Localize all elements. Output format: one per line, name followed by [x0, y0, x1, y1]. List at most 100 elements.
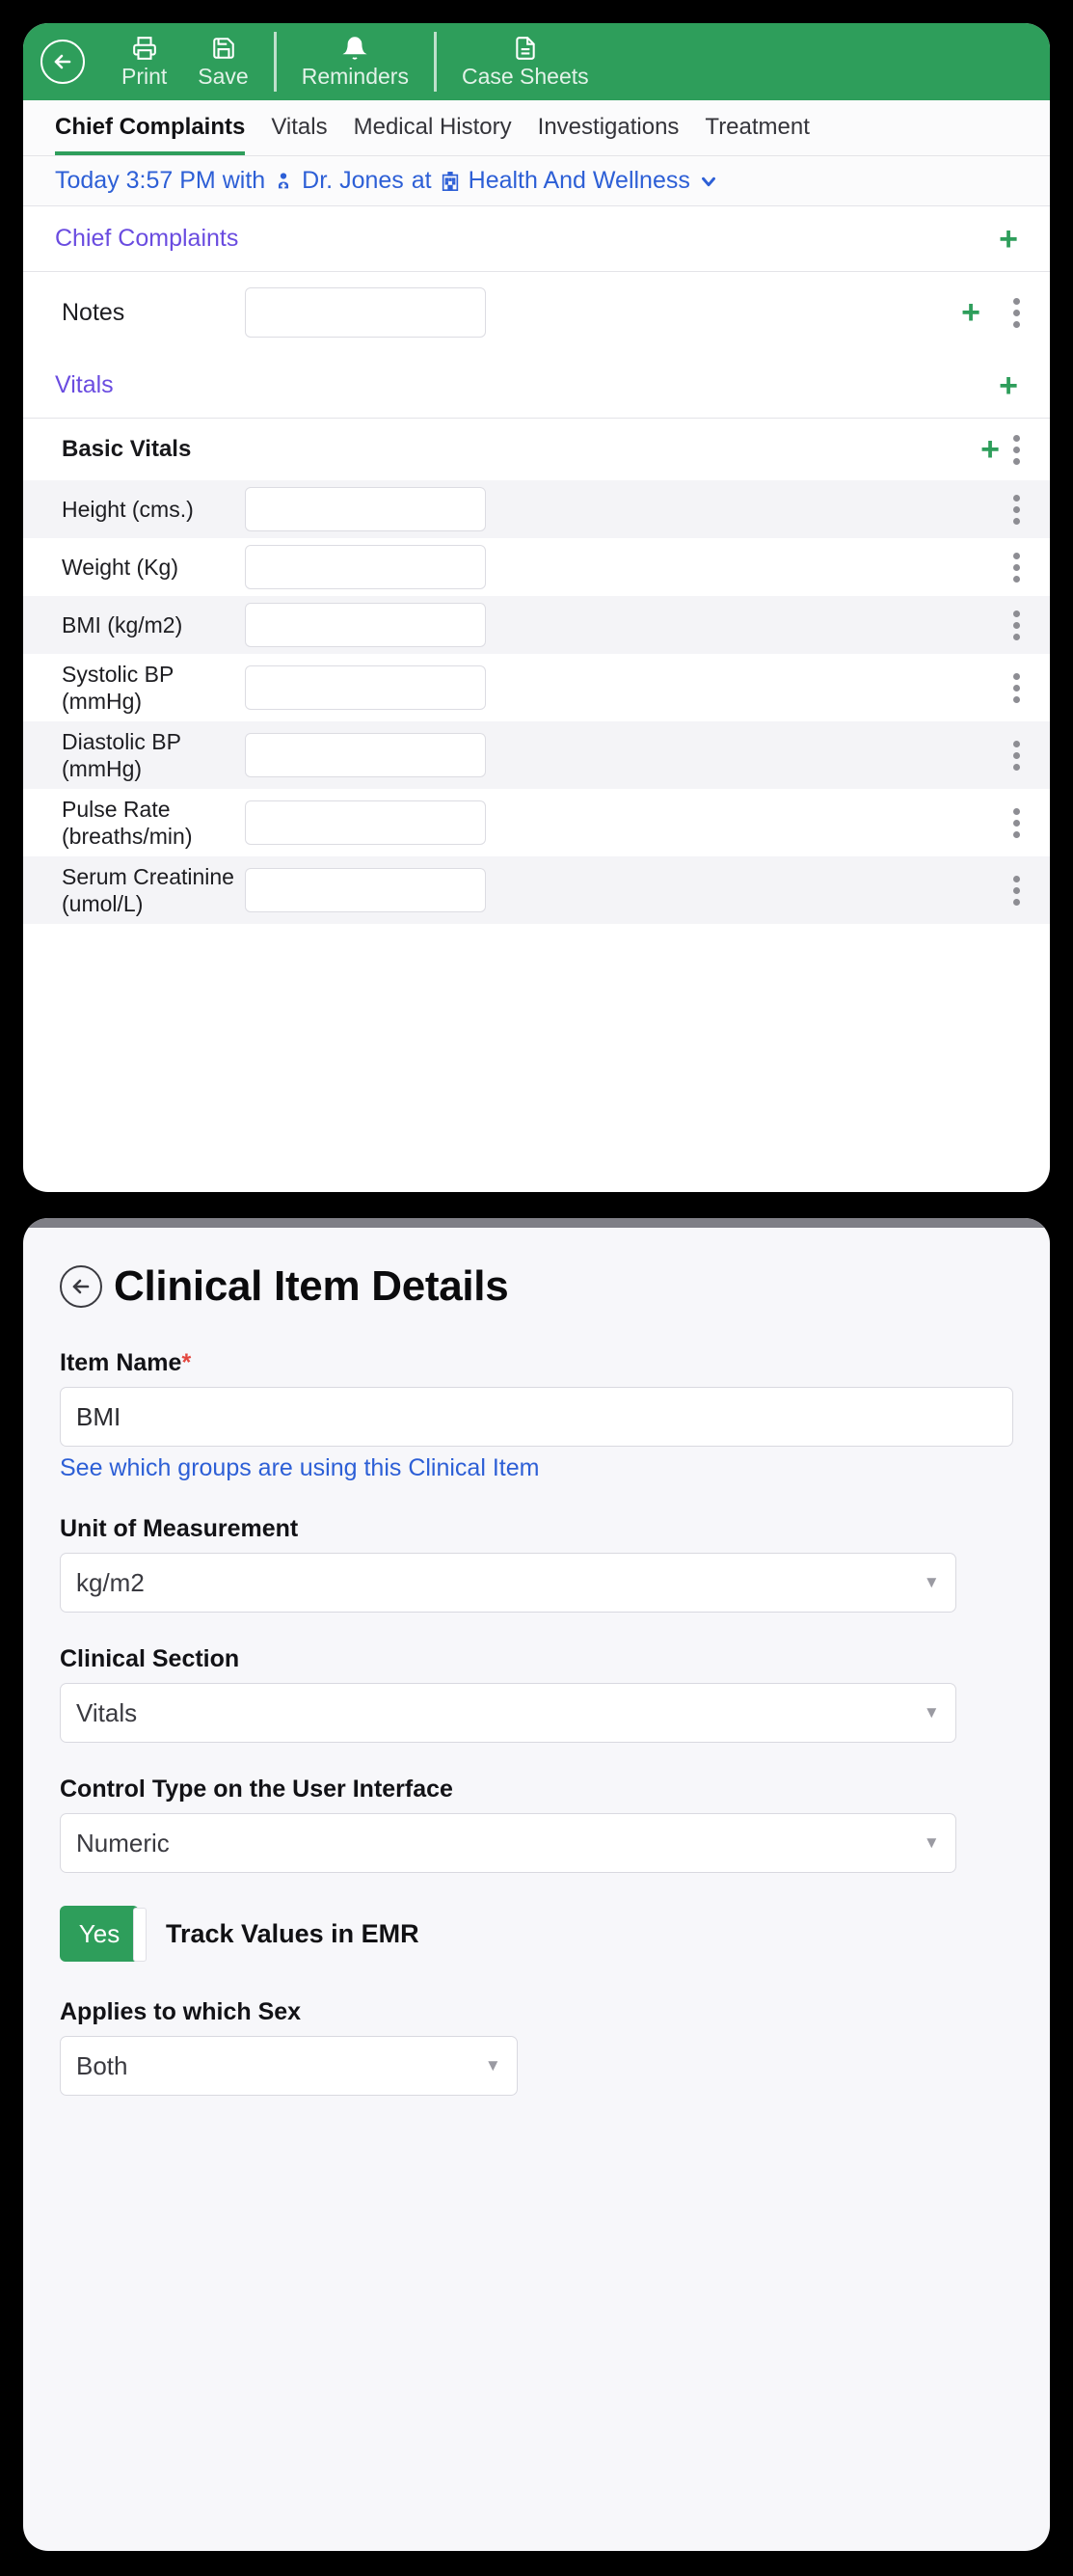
appointment-doctor: Dr. Jones [302, 167, 404, 194]
floppy-disk-icon [211, 34, 236, 61]
chevron-down-icon: ▼ [484, 2056, 501, 2074]
tab-chief-complaints[interactable]: Chief Complaints [55, 100, 246, 155]
notes-label: Notes [62, 298, 125, 326]
unit-field-block: Unit of Measurement kg/m2 ▼ [60, 1515, 1013, 1613]
sex-field-block: Applies to which Sex Both ▼ [60, 1998, 1013, 2096]
track-values-toggle[interactable]: Yes [60, 1906, 147, 1962]
toolbar-divider [273, 32, 277, 92]
appointment-clinic: Health And Wellness [468, 167, 690, 194]
page-title: Clinical Item Details [114, 1262, 509, 1310]
save-button[interactable]: Save [182, 34, 263, 90]
control-type-label: Control Type on the User Interface [60, 1776, 453, 1803]
vital-input[interactable] [245, 487, 486, 531]
detail-header: Clinical Item Details [60, 1262, 1013, 1311]
sex-select[interactable]: Both ▼ [60, 2036, 518, 2096]
vital-label: BMI (kg/m2) [62, 611, 183, 637]
vital-more-menu[interactable] [1000, 875, 1033, 906]
print-button[interactable]: Print [106, 34, 182, 90]
clinical-item-details-panel: Clinical Item Details Item Name* BMI See… [23, 1218, 1050, 2551]
tab-investigations[interactable]: Investigations [538, 100, 680, 155]
item-name-input[interactable]: BMI [60, 1387, 1013, 1447]
tab-vitals[interactable]: Vitals [271, 100, 327, 155]
vital-label: Weight (Kg) [62, 554, 179, 580]
reminders-button[interactable]: Reminders [286, 34, 424, 90]
add-note-button[interactable]: + [961, 296, 980, 329]
vital-input[interactable] [245, 800, 486, 846]
control-type-field-block: Control Type on the User Interface Numer… [60, 1776, 1013, 1873]
add-vital-section-button[interactable]: + [999, 369, 1018, 402]
clinical-section-value: Vitals [76, 1697, 138, 1727]
chevron-down-icon: ▼ [923, 1703, 940, 1722]
track-values-label: Track Values in EMR [166, 1918, 419, 1948]
case-sheets-button[interactable]: Case Sheets [446, 34, 604, 90]
tab-medical-history[interactable]: Medical History [354, 100, 512, 155]
back-arrow-circle-icon[interactable] [60, 1265, 102, 1308]
control-type-value: Numeric [76, 1828, 170, 1857]
appointment-bar[interactable]: Today 3:57 PM with Dr. Jones at Health A… [23, 156, 1050, 206]
chevron-down-icon[interactable] [698, 171, 719, 192]
vital-more-menu[interactable] [1000, 740, 1033, 771]
section-header-chief-complaints: Chief Complaints + [23, 206, 1050, 272]
sex-value: Both [76, 2050, 128, 2080]
clinical-section-select[interactable]: Vitals ▼ [60, 1683, 956, 1743]
unit-label: Unit of Measurement [60, 1515, 299, 1542]
track-values-row: Yes Track Values in EMR [60, 1906, 1013, 1962]
vital-more-menu[interactable] [1000, 552, 1033, 583]
emr-toolbar: Print Save Reminders Case Sheets [23, 23, 1050, 100]
table-row: Systolic BP (mmHg) [23, 654, 1050, 722]
item-name-label: Item Name* [60, 1349, 1013, 1377]
vital-label: Diastolic BP (mmHg) [62, 729, 181, 782]
basic-vitals-more-menu[interactable] [1000, 434, 1033, 465]
document-icon [513, 34, 538, 61]
add-basic-vital-button[interactable]: + [980, 433, 1000, 466]
vital-label: Pulse Rate (breaths/min) [62, 797, 193, 850]
vital-input[interactable] [245, 603, 486, 647]
unit-select[interactable]: kg/m2 ▼ [60, 1553, 956, 1613]
section-header-vitals: Vitals + [23, 353, 1050, 419]
table-row: Height (cms.) [23, 480, 1050, 538]
back-arrow-circle-icon[interactable] [40, 40, 85, 84]
save-label: Save [198, 64, 249, 89]
control-type-select[interactable]: Numeric ▼ [60, 1813, 956, 1873]
vital-input[interactable] [245, 665, 486, 711]
vital-input[interactable] [245, 733, 486, 778]
section-title-vitals: Vitals [55, 371, 114, 398]
tab-treatment[interactable]: Treatment [705, 100, 809, 155]
reminders-label: Reminders [301, 64, 409, 89]
item-name-field-block: Item Name* BMI See which groups are usin… [60, 1349, 1013, 1482]
vital-label: Systolic BP (mmHg) [62, 662, 174, 715]
vital-more-menu[interactable] [1000, 494, 1033, 525]
table-row: Pulse Rate (breaths/min) [23, 789, 1050, 857]
vital-label: Height (cms.) [62, 496, 194, 522]
sex-label: Applies to which Sex [60, 1998, 302, 2025]
table-row: Diastolic BP (mmHg) [23, 721, 1050, 790]
chevron-down-icon: ▼ [923, 1833, 940, 1852]
detail-form: Clinical Item Details Item Name* BMI See… [23, 1228, 1050, 2096]
notes-more-menu[interactable] [1000, 297, 1033, 328]
vital-input[interactable] [245, 868, 486, 913]
emr-tabbar: Chief Complaints Vitals Medical History … [23, 100, 1050, 156]
required-asterisk: * [181, 1349, 192, 1376]
case-sheets-label: Case Sheets [461, 64, 589, 89]
notes-row: Notes + [23, 272, 1050, 353]
table-row: BMI (kg/m2) [23, 596, 1050, 654]
notes-input[interactable] [245, 287, 486, 338]
clinical-section-label: Clinical Section [60, 1645, 240, 1672]
group-header-basic-vitals: Basic Vitals + [23, 419, 1050, 480]
chevron-down-icon: ▼ [923, 1573, 940, 1591]
print-label: Print [121, 64, 168, 89]
panel-top-strip [23, 1218, 1050, 1228]
unit-value: kg/m2 [76, 1567, 145, 1597]
vital-more-menu[interactable] [1000, 610, 1033, 640]
vital-more-menu[interactable] [1000, 672, 1033, 703]
vital-more-menu[interactable] [1000, 807, 1033, 838]
appointment-time: Today 3:57 PM with [55, 167, 266, 194]
vital-input[interactable] [245, 545, 486, 589]
table-row: Serum Creatinine (umol/L) [23, 856, 1050, 925]
bell-icon [342, 34, 367, 61]
see-groups-link[interactable]: See which groups are using this Clinical… [60, 1454, 539, 1482]
toolbar-divider-2 [433, 32, 437, 92]
add-chief-complaint-button[interactable]: + [999, 223, 1018, 256]
table-row: Weight (Kg) [23, 538, 1050, 596]
group-title: Basic Vitals [62, 436, 192, 462]
